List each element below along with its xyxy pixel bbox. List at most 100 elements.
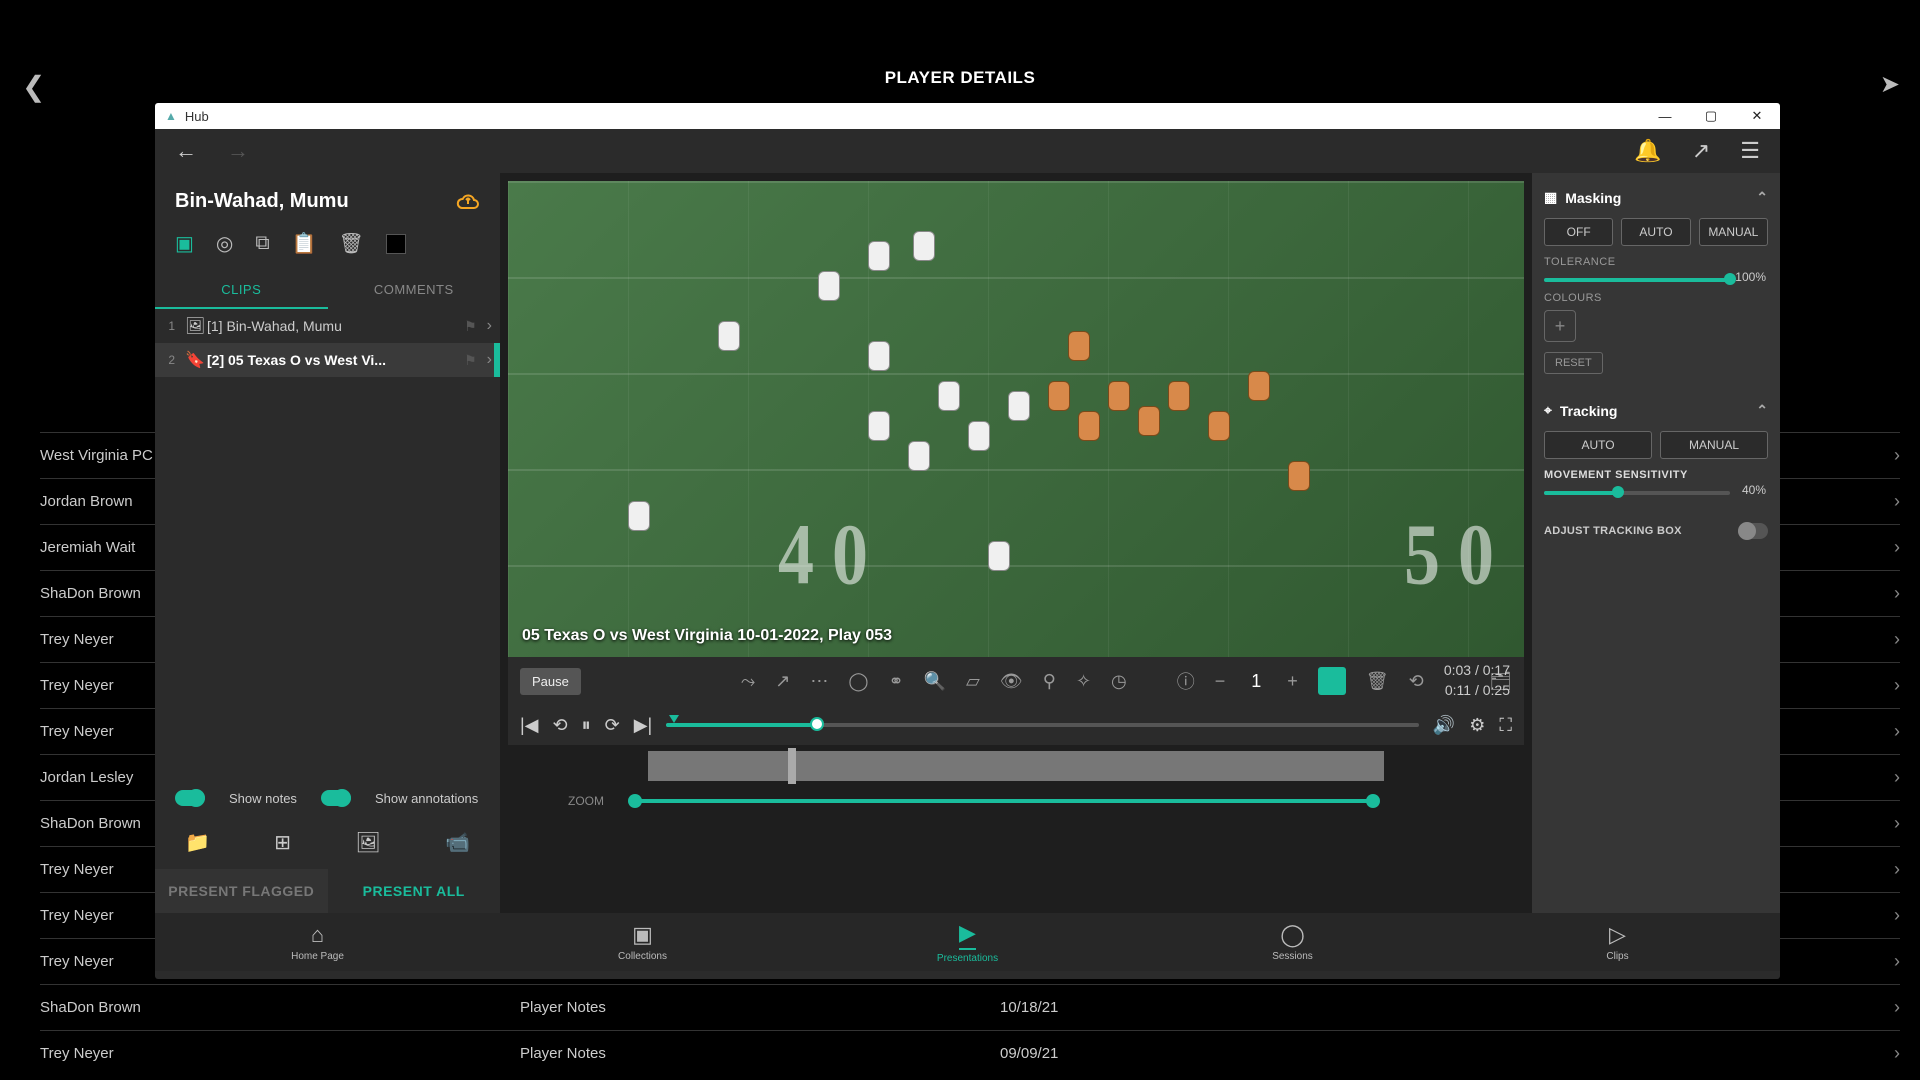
window-minimize-button[interactable]: — [1642,103,1688,129]
tolerance-value: 100% [1735,270,1766,284]
tool-ellipse-icon[interactable]: ◯ [848,671,868,692]
chevron-right-icon: › [487,351,492,369]
adjust-box-toggle[interactable] [1738,523,1768,539]
sensitivity-slider[interactable]: 40% [1544,491,1730,495]
player-date: 09/09/21 [1000,1045,1900,1062]
settings-gear-icon[interactable]: ⚙ [1469,715,1485,736]
tool-spark-icon[interactable]: ✧ [1076,671,1091,692]
app-window: ▲ Hub — ▢ ✕ ← → 🔔 ↗ ☰ Bin-Wahad, Mumu [155,103,1780,979]
nav-collections[interactable]: ▣Collections [480,913,805,971]
tool-trash-icon[interactable]: 🗑 [1366,671,1389,692]
show-notes-label: Show notes [229,791,297,806]
play-pause-button[interactable]: ⏸ [582,715,591,736]
zoom-knob-left[interactable] [628,794,642,808]
progress-bar[interactable] [666,723,1419,727]
volume-button[interactable]: 🔊 [1433,715,1455,736]
tracking-manual-button[interactable]: MANUAL [1660,431,1768,459]
masking-auto-button[interactable]: AUTO [1621,218,1690,246]
frame-plus-button[interactable]: + [1287,671,1298,692]
delete-icon[interactable]: 🗑 [339,231,364,256]
notifications-icon[interactable]: 🔔 [1634,138,1661,164]
add-clip-icon[interactable]: ⊞ [274,830,291,855]
timeline-cursor[interactable] [788,748,796,784]
tolerance-slider[interactable]: 100% [1544,278,1730,282]
tool-eye-icon[interactable]: 👁 [1000,671,1023,692]
menu-icon[interactable]: ☰ [1740,138,1760,164]
prev-clip-button[interactable]: |◀ [520,715,539,736]
color-picker[interactable] [1318,667,1346,695]
time-b: 0:11 / 0:25 [1444,681,1510,701]
tracking-collapse-icon[interactable]: ⌃ [1756,402,1768,419]
sensitivity-knob[interactable] [1612,486,1624,498]
target-icon[interactable]: ◎ [216,231,233,256]
tracking-auto-button[interactable]: AUTO [1544,431,1652,459]
tool-link-icon[interactable]: ⚭ [889,671,904,692]
video-area: 4 0 5 0 [500,173,1532,913]
window-maximize-button[interactable]: ▢ [1688,103,1734,129]
chevron-right-icon: › [487,317,492,335]
toggle-show-annotations[interactable] [321,790,351,806]
progress-knob[interactable] [810,717,824,731]
clip-row[interactable]: 2🔖[2] 05 Texas O vs West Vi...⚑› [155,343,500,377]
folder-icon[interactable]: 📁 [185,830,210,855]
nav-presentations[interactable]: ▶Presentations [805,913,1130,971]
tool-zoom-icon[interactable]: 🔍 [924,671,946,692]
timeline[interactable] [648,751,1384,781]
tool-rotate-icon[interactable]: ⟲ [1409,671,1424,692]
color-swatch[interactable] [386,234,406,254]
chevron-right-icon: › [1894,721,1900,742]
add-image-icon[interactable]: 🖼 [355,830,380,855]
cloud-sync-icon[interactable] [456,187,480,215]
colours-label: COLOURS [1544,292,1768,304]
player-row[interactable]: Trey NeyerPlayer Notes09/09/21› [40,1030,1900,1076]
next-clip-button[interactable]: ▶| [634,715,653,736]
video-frame[interactable]: 4 0 5 0 [508,181,1524,657]
masking-manual-button[interactable]: MANUAL [1699,218,1768,246]
window-titlebar: ▲ Hub — ▢ ✕ [155,103,1780,129]
tool-path-icon[interactable]: ⤳ [741,671,755,692]
video-caption: 05 Texas O vs West Virginia 10-01-2022, … [522,627,892,645]
open-external-icon[interactable]: ↗ [1692,138,1710,164]
copy-icon[interactable]: ⧉ [255,232,269,255]
nav-sessions[interactable]: ◯Sessions [1130,913,1455,971]
window-close-button[interactable]: ✕ [1734,103,1780,129]
record-icon[interactable]: 📹 [445,830,470,855]
note-icon[interactable]: ▣ [175,231,194,256]
tab-comments[interactable]: COMMENTS [328,272,501,309]
forward-button[interactable]: ⟳ [605,715,620,736]
paste-icon[interactable]: 📋 [292,231,317,256]
tool-info-icon[interactable]: ⓘ [1177,668,1195,694]
add-colour-button[interactable]: + [1544,310,1576,342]
tool-player-icon[interactable]: ⚲ [1043,671,1056,692]
reset-colours-button[interactable]: RESET [1544,352,1603,374]
pause-chip[interactable]: Pause [520,668,581,695]
nav-home[interactable]: ⌂Home Page [155,913,480,971]
rewind-button[interactable]: ⟲ [553,715,568,736]
tab-clips[interactable]: CLIPS [155,272,328,309]
fullscreen-button[interactable]: ⛶ [1499,715,1512,736]
nav-clips[interactable]: ▷Clips [1455,913,1780,971]
masking-collapse-icon[interactable]: ⌃ [1756,189,1768,206]
share-button[interactable]: ➤ [1880,70,1900,99]
tool-clock-icon[interactable]: ◷ [1111,671,1127,692]
flag-icon[interactable]: ⚑ [464,318,477,335]
tool-arrow-icon[interactable]: ↗ [775,671,790,692]
tool-dashed-icon[interactable]: ⋯ [810,671,828,692]
tolerance-knob[interactable] [1724,273,1736,285]
playback-toolbar: |◀ ⟲ ⏸ ⟳ ▶| 🔊 ⚙ ⛶ [508,705,1524,745]
nav-forward-button[interactable]: → [227,138,249,164]
tool-polygon-icon[interactable]: ▱ [966,671,980,692]
flag-icon[interactable]: ⚑ [464,352,477,369]
masking-off-button[interactable]: OFF [1544,218,1613,246]
toggle-show-notes[interactable] [175,790,205,806]
properties-panel: ▦ Masking ⌃ OFF AUTO MANUAL TOLERANCE 10… [1532,173,1780,913]
zoom-slider[interactable] [634,799,1374,803]
clip-row[interactable]: 1🖼[1] Bin-Wahad, Mumu⚑› [155,309,500,343]
frame-minus-button[interactable]: − [1215,671,1226,692]
player-row[interactable]: ShaDon BrownPlayer Notes10/18/21› [40,984,1900,1030]
present-flagged-button[interactable]: PRESENT FLAGGED [155,869,328,913]
zoom-knob-right[interactable] [1366,794,1380,808]
present-all-button[interactable]: PRESENT ALL [328,869,501,913]
nav-back-button[interactable]: ← [175,138,197,164]
tolerance-label: TOLERANCE [1544,256,1768,268]
